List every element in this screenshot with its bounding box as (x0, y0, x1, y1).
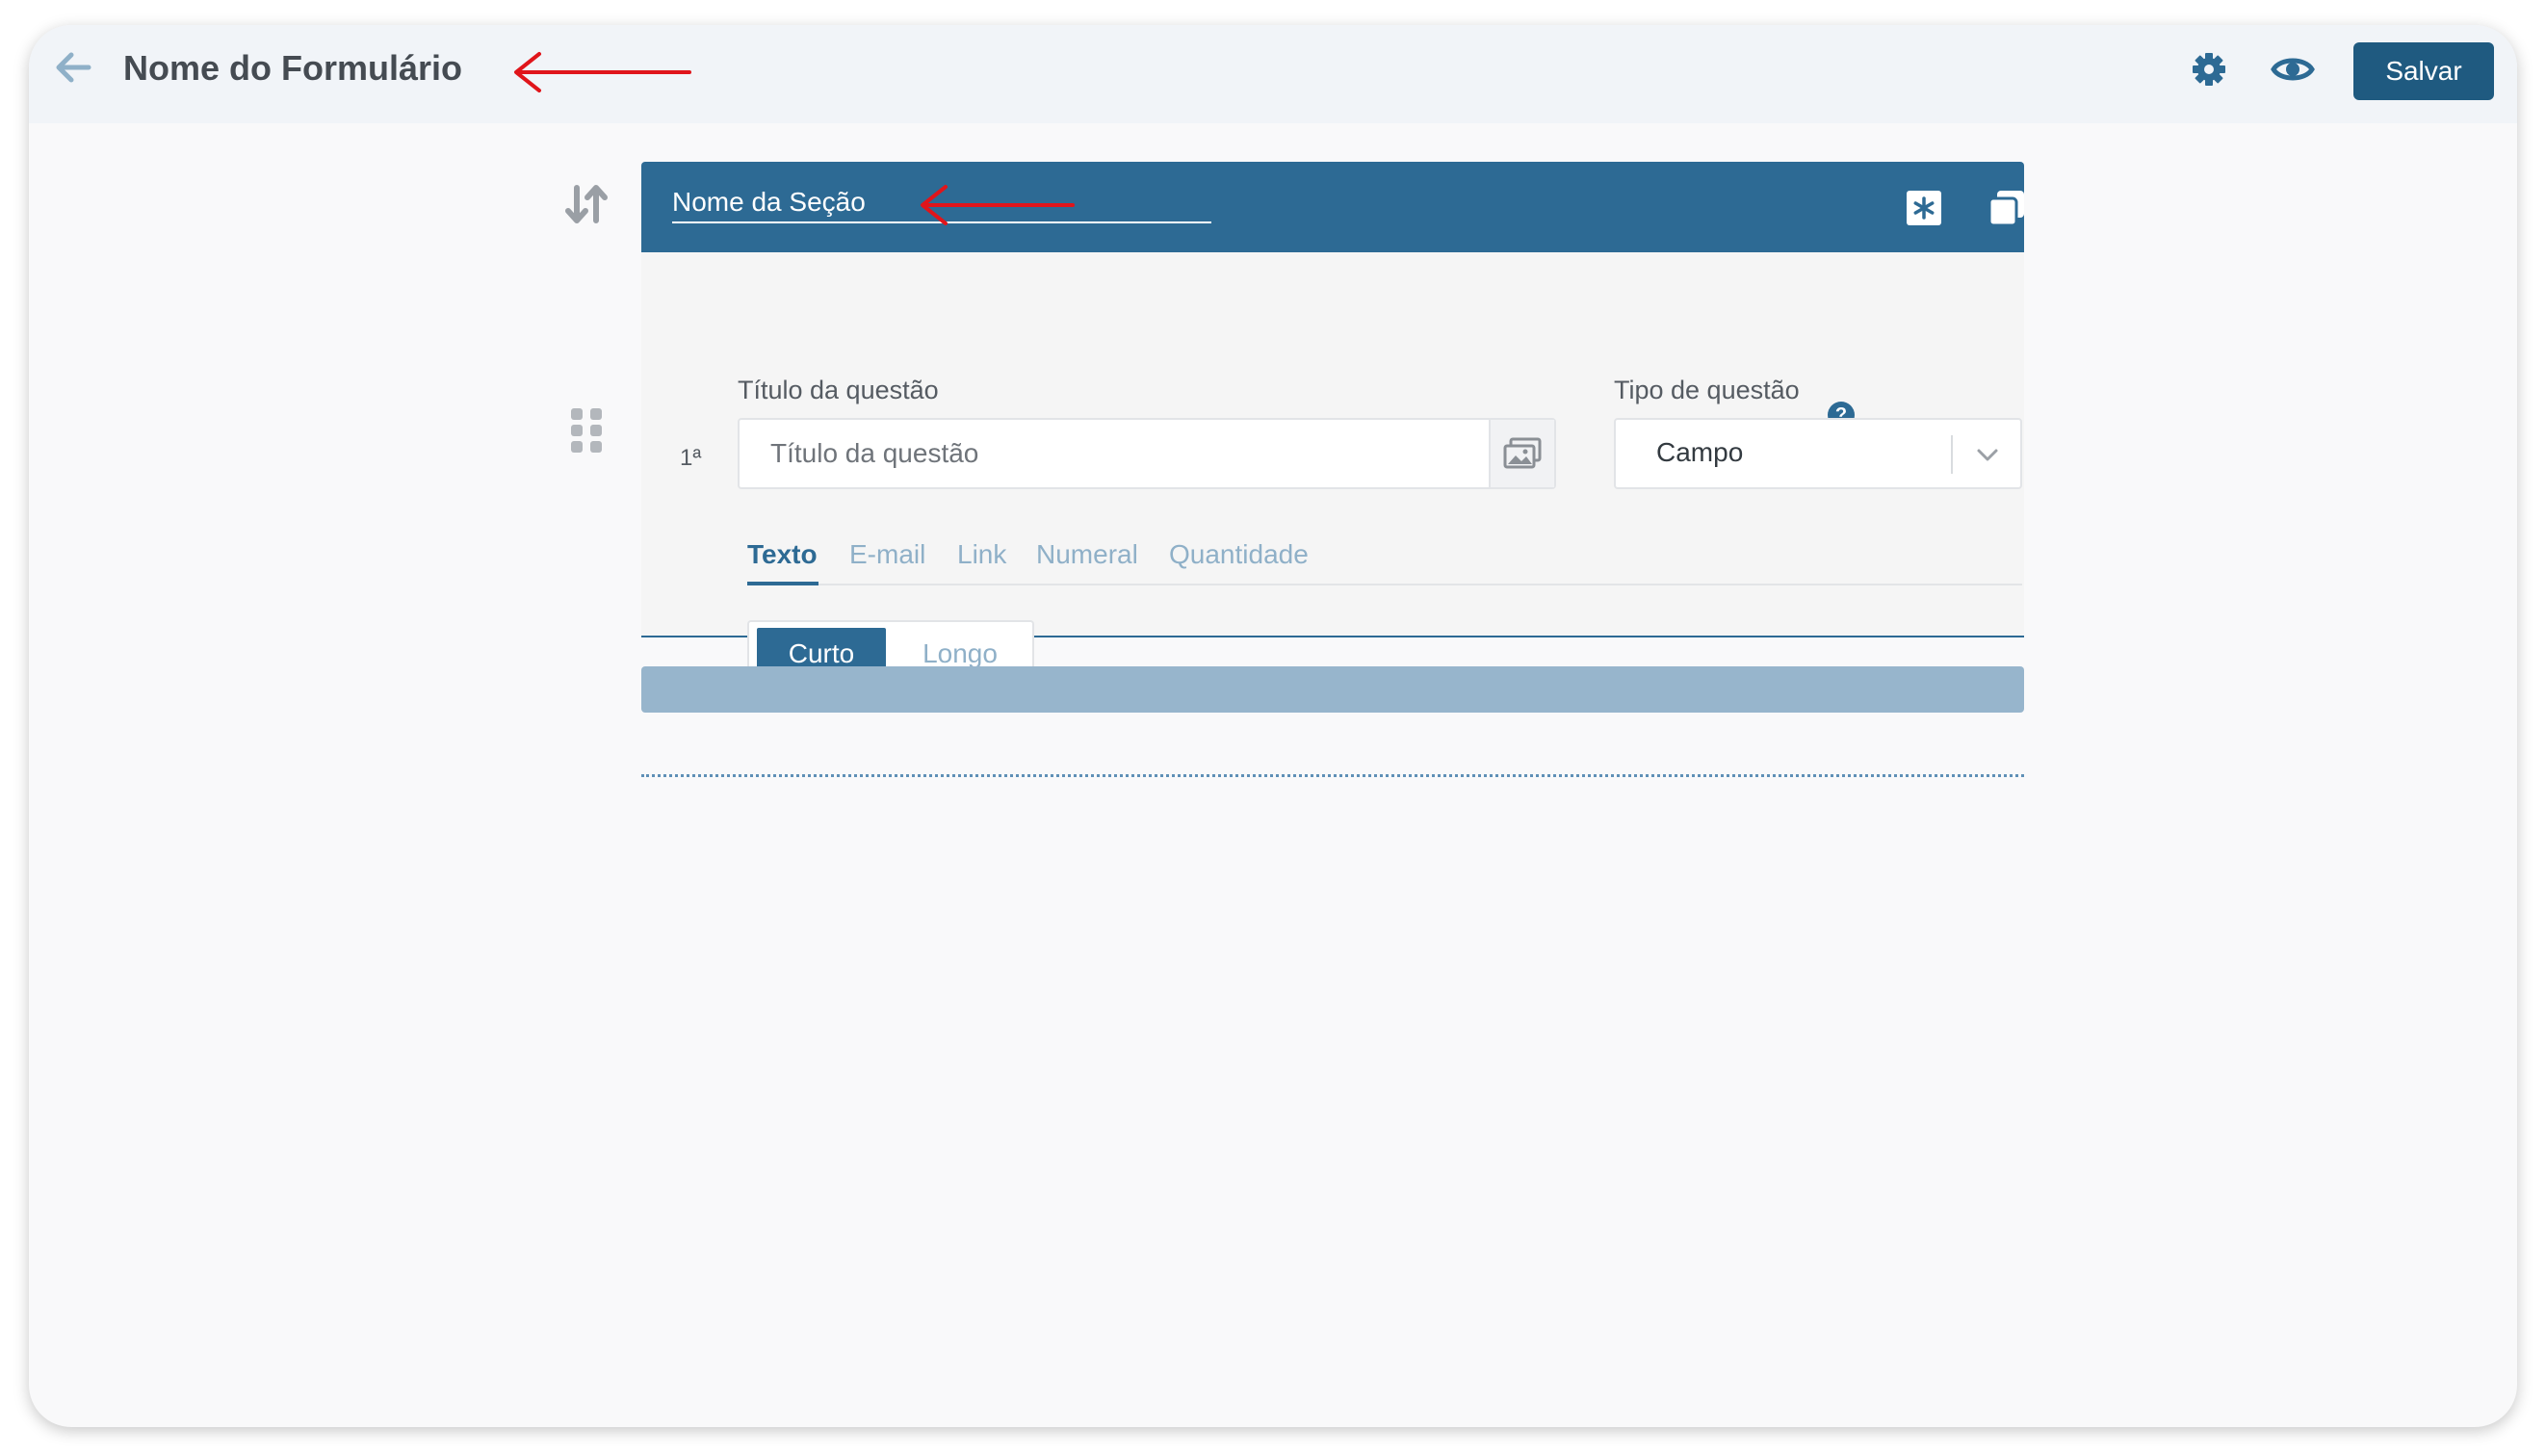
eye-icon (2271, 58, 2315, 81)
tab-numeral[interactable]: Numeral (1036, 539, 1138, 570)
image-icon (1503, 437, 1542, 469)
question-title-field (738, 418, 1556, 489)
save-button[interactable]: Salvar (2353, 42, 2494, 100)
copy-icon (1987, 191, 2024, 227)
form-title[interactable]: Nome do Formulário (123, 46, 462, 91)
reorder-button[interactable] (560, 179, 612, 229)
select-separator (1951, 435, 1953, 474)
section-header: Nome da Seção (641, 162, 2024, 252)
question-type-select[interactable]: Campo (1614, 418, 2022, 489)
duplicate-section-button[interactable] (1986, 187, 2028, 229)
annotation-arrow (514, 52, 691, 92)
asterisk-icon (1907, 191, 1941, 225)
tab-quantidade[interactable]: Quantidade (1169, 539, 1309, 570)
question-editor: Título da questão 1ª Tipo de questão ? C… (641, 252, 2024, 688)
active-tab-indicator (747, 582, 818, 585)
back-button[interactable] (50, 44, 96, 91)
sort-icon (565, 185, 608, 223)
drag-handle[interactable] (564, 403, 609, 458)
question-title-label: Título da questão (738, 376, 939, 404)
tab-email[interactable]: E-mail (849, 539, 925, 570)
gear-icon (2193, 53, 2225, 86)
question-number: 1ª (680, 445, 702, 471)
section-name[interactable]: Nome da Seção (672, 185, 866, 220)
add-image-button[interactable] (1489, 420, 1554, 487)
tab-link[interactable]: Link (957, 539, 1006, 570)
back-arrow-icon (56, 52, 91, 83)
question-title-input[interactable] (740, 420, 1491, 487)
add-question-bar[interactable] (641, 666, 2024, 713)
required-toggle-button[interactable] (1905, 189, 1943, 227)
chevron-down-icon (1977, 449, 1998, 461)
question-type-label: Tipo de questão (1614, 376, 1800, 404)
tab-texto[interactable]: Texto (747, 539, 818, 570)
preview-button[interactable] (2267, 46, 2319, 92)
section-name-underline (672, 221, 1211, 223)
field-type-tabs: Texto E-mail Link Numeral Quantidade (747, 528, 2022, 585)
top-bar: Nome do Formulário Salvar (29, 25, 2517, 123)
section-card: Nome da Seção Título da questão 1ª Títul… (641, 162, 2024, 688)
drag-handle-icon (571, 408, 602, 453)
section-divider (641, 774, 2024, 777)
settings-button[interactable] (2186, 46, 2232, 92)
app-window: Nome do Formulário Salvar Nome da Seção … (29, 25, 2517, 1427)
question-type-value: Campo (1656, 437, 1744, 467)
